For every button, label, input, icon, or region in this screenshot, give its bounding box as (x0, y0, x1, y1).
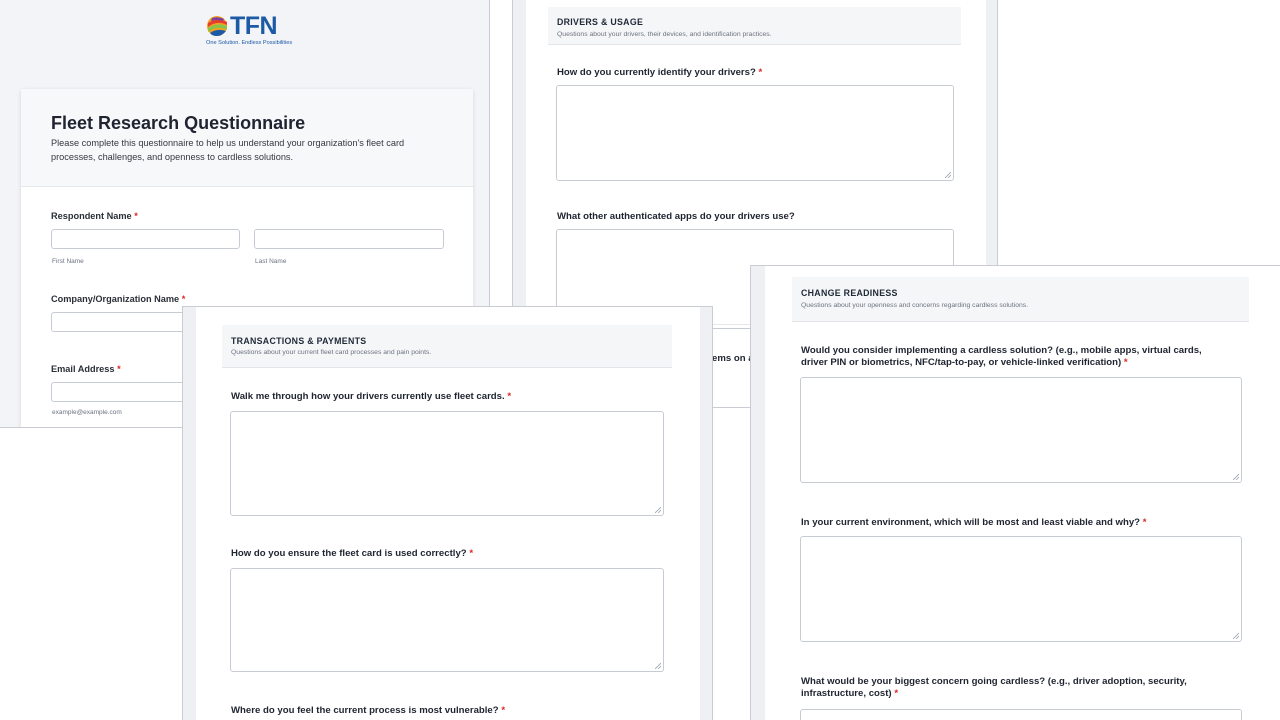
question-biggest-concern: What would be your biggest concern going… (801, 676, 1241, 700)
change-readiness-panel: CHANGE READINESS Questions about your op… (750, 265, 1280, 720)
resize-grip-icon[interactable] (655, 663, 661, 669)
form-title: Fleet Research Questionnaire (51, 113, 306, 133)
section-description: Questions about your current fleet card … (231, 349, 432, 356)
transactions-payments-panel: TRANSACTIONS & PAYMENTS Questions about … (182, 306, 713, 720)
required-mark: * (1123, 357, 1128, 368)
required-mark: * (469, 548, 474, 559)
biggest-concern-textarea[interactable] (800, 709, 1242, 720)
question-process-vulnerable: Where do you feel the current process is… (231, 705, 505, 717)
required-mark: * (507, 391, 512, 402)
last-name-input[interactable] (254, 229, 444, 249)
company-name-label: Company/Organization Name * (51, 294, 185, 304)
company-name-text: Company/Organization Name (51, 294, 180, 304)
required-mark: * (758, 67, 763, 78)
most-least-viable-textarea[interactable] (800, 536, 1242, 642)
first-name-sublabel: First Name (52, 258, 84, 265)
cardless-solution-textarea[interactable] (800, 377, 1242, 483)
question-most-least-viable: In your current environment, which will … (801, 517, 1146, 529)
form-description: Please complete this questionnaire to he… (51, 138, 405, 162)
readiness-section-header: CHANGE READINESS Questions about your op… (792, 277, 1249, 322)
section-description: Questions about your drivers, their devi… (557, 31, 772, 38)
question-text: Where do you feel the current process is… (231, 705, 499, 716)
required-mark: * (117, 364, 121, 374)
required-mark: * (1142, 517, 1147, 528)
required-mark: * (501, 705, 506, 716)
question-text: In your current environment, which will … (801, 517, 1141, 528)
question-text-line2: infrastructure, cost) (801, 688, 892, 699)
email-sublabel: example@example.com (52, 409, 122, 416)
card-used-correctly-textarea[interactable] (230, 568, 664, 672)
section-title: CHANGE READINESS (801, 288, 898, 298)
resize-grip-icon[interactable] (945, 172, 951, 178)
question-text-line1: Would you consider implementing a cardle… (801, 345, 1202, 356)
question-identify-drivers: How do you currently identify your drive… (557, 67, 762, 79)
question-authenticated-apps: What other authenticated apps do your dr… (557, 211, 795, 222)
section-title: DRIVERS & USAGE (557, 17, 644, 27)
respondent-name-text: Respondent Name (51, 211, 132, 221)
brand-tagline: One Solution. Endless Possibilities (206, 40, 293, 46)
email-label: Email Address * (51, 364, 121, 374)
last-name-sublabel: Last Name (255, 258, 287, 265)
question-text: How do you currently identify your drive… (557, 67, 756, 78)
question-card-used-correctly: How do you ensure the fleet card is used… (231, 548, 473, 560)
question-text-line2: driver PIN or biometrics, NFC/tap-to-pay… (801, 357, 1122, 368)
resize-grip-icon[interactable] (1233, 633, 1239, 639)
brand-name: TFN (230, 12, 278, 40)
drivers-section-header: DRIVERS & USAGE Questions about your dri… (548, 7, 961, 45)
resize-grip-icon[interactable] (655, 507, 661, 513)
question-text: Walk me through how your drivers current… (231, 391, 505, 402)
question-fleet-card-usage: Walk me through how your drivers current… (231, 391, 511, 403)
section-description: Questions about your openness and concer… (801, 302, 1029, 309)
question-cardless-solution: Would you consider implementing a cardle… (801, 345, 1241, 369)
fleet-card-usage-textarea[interactable] (230, 411, 664, 516)
readiness-card: CHANGE READINESS Questions about your op… (765, 266, 1280, 720)
intro-header: Fleet Research Questionnaire Please comp… (21, 89, 473, 187)
transactions-card: TRANSACTIONS & PAYMENTS Questions about … (196, 307, 700, 720)
tfn-logo: TFN One Solution. Endless Possibilities (206, 12, 296, 48)
required-mark: * (134, 211, 138, 221)
partial-question-text: ems on a (712, 353, 754, 364)
respondent-name-label: Respondent Name * (51, 211, 138, 221)
required-mark: * (894, 688, 899, 699)
first-name-input[interactable] (51, 229, 240, 249)
question-text: How do you ensure the fleet card is used… (231, 548, 467, 559)
resize-grip-icon[interactable] (1233, 474, 1239, 480)
required-mark: * (181, 294, 186, 304)
email-text: Email Address (51, 364, 115, 374)
transactions-section-header: TRANSACTIONS & PAYMENTS Questions about … (222, 325, 672, 368)
section-title: TRANSACTIONS & PAYMENTS (231, 336, 367, 346)
globe-icon (207, 16, 227, 36)
identify-drivers-textarea[interactable] (556, 85, 954, 181)
question-text-line1: What would be your biggest concern going… (801, 676, 1187, 687)
